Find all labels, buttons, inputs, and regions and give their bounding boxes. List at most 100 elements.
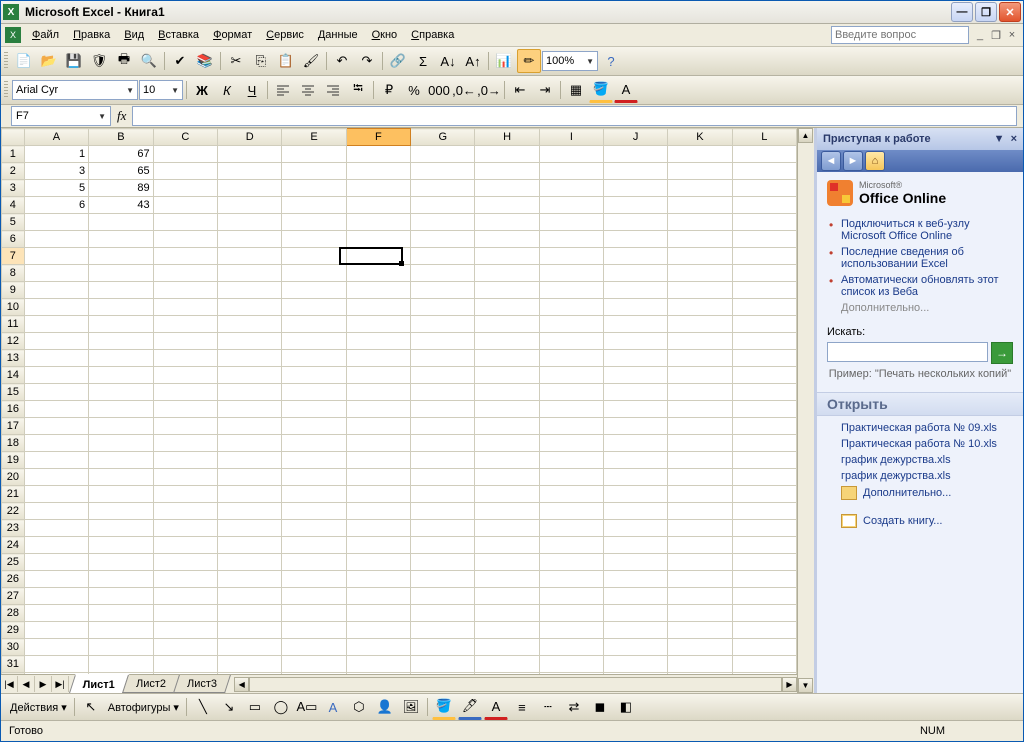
cell-L7[interactable] [732,248,796,265]
cell-L19[interactable] [732,452,796,469]
row-header-15[interactable]: 15 [2,384,25,401]
cell-F10[interactable] [346,299,410,316]
cell-C22[interactable] [153,503,217,520]
cell-C30[interactable] [153,639,217,656]
cell-K22[interactable] [668,503,732,520]
cell-E28[interactable] [282,605,346,622]
actions-menu[interactable]: Действия ▾ [7,701,70,714]
col-header-J[interactable]: J [604,129,668,146]
cell-L18[interactable] [732,435,796,452]
cell-C2[interactable] [153,163,217,180]
cell-I12[interactable] [539,333,603,350]
cell-A24[interactable] [24,537,88,554]
cell-H2[interactable] [475,163,539,180]
cell-D23[interactable] [218,520,282,537]
preview-icon[interactable]: 🔍 [137,49,161,73]
row-header-21[interactable]: 21 [2,486,25,503]
cell-J26[interactable] [604,571,668,588]
cell-H32[interactable] [475,673,539,675]
cell-H7[interactable] [475,248,539,265]
col-header-E[interactable]: E [282,129,346,146]
cell-H4[interactable] [475,197,539,214]
cell-D18[interactable] [218,435,282,452]
cell-A3[interactable]: 5 [24,180,88,197]
cell-E20[interactable] [282,469,346,486]
cell-E3[interactable] [282,180,346,197]
doc-minimize-button[interactable]: _ [973,28,987,42]
cell-B25[interactable] [89,554,154,571]
cell-H19[interactable] [475,452,539,469]
minimize-button[interactable]: — [951,2,973,22]
cell-C20[interactable] [153,469,217,486]
cell-F18[interactable] [346,435,410,452]
cell-K18[interactable] [668,435,732,452]
cell-K13[interactable] [668,350,732,367]
cell-D6[interactable] [218,231,282,248]
cell-J18[interactable] [604,435,668,452]
cell-G19[interactable] [411,452,475,469]
cell-G7[interactable] [411,248,475,265]
cell-C17[interactable] [153,418,217,435]
cell-D21[interactable] [218,486,282,503]
sort-asc-icon[interactable]: A↓ [436,49,460,73]
cell-J8[interactable] [604,265,668,282]
cell-K10[interactable] [668,299,732,316]
cell-D22[interactable] [218,503,282,520]
cell-J14[interactable] [604,367,668,384]
cell-B29[interactable] [89,622,154,639]
row-header-4[interactable]: 4 [2,197,25,214]
cell-A14[interactable] [24,367,88,384]
cell-K28[interactable] [668,605,732,622]
cell-D32[interactable] [218,673,282,675]
cell-E9[interactable] [282,282,346,299]
undo-icon[interactable]: ↶ [330,49,354,73]
cell-F9[interactable] [346,282,410,299]
underline-icon[interactable]: Ч [240,78,264,102]
cell-G1[interactable] [411,146,475,163]
menu-данные[interactable]: Данные [311,26,365,44]
cell-E15[interactable] [282,384,346,401]
col-header-A[interactable]: A [24,129,88,146]
row-header-32[interactable]: 32 [2,673,25,675]
cell-H29[interactable] [475,622,539,639]
cell-K6[interactable] [668,231,732,248]
cell-I20[interactable] [539,469,603,486]
cell-H18[interactable] [475,435,539,452]
row-header-20[interactable]: 20 [2,469,25,486]
italic-icon[interactable]: К [215,78,239,102]
cell-E19[interactable] [282,452,346,469]
cell-K9[interactable] [668,282,732,299]
row-header-12[interactable]: 12 [2,333,25,350]
cell-A15[interactable] [24,384,88,401]
cell-B30[interactable] [89,639,154,656]
cell-H28[interactable] [475,605,539,622]
cell-A4[interactable]: 6 [24,197,88,214]
row-header-25[interactable]: 25 [2,554,25,571]
research-icon[interactable]: 📚 [193,49,217,73]
paste-icon[interactable]: 📋 [274,49,298,73]
cell-K14[interactable] [668,367,732,384]
cell-C10[interactable] [153,299,217,316]
cell-E29[interactable] [282,622,346,639]
format-painter-icon[interactable]: 🖌 [299,49,323,73]
permission-icon[interactable]: 🛡 [87,49,111,73]
cell-C7[interactable] [153,248,217,265]
col-header-G[interactable]: G [411,129,475,146]
cell-J28[interactable] [604,605,668,622]
cell-A10[interactable] [24,299,88,316]
currency-icon[interactable]: ₽ [377,78,401,102]
cell-G9[interactable] [411,282,475,299]
recent-file-link[interactable]: график дежурства.xls [827,468,1013,484]
cell-H16[interactable] [475,401,539,418]
cell-B9[interactable] [89,282,154,299]
cell-B15[interactable] [89,384,154,401]
cell-I3[interactable] [539,180,603,197]
cell-F32[interactable] [346,673,410,675]
row-header-3[interactable]: 3 [2,180,25,197]
cell-E10[interactable] [282,299,346,316]
cell-D15[interactable] [218,384,282,401]
cell-D19[interactable] [218,452,282,469]
cell-B6[interactable] [89,231,154,248]
col-header-B[interactable]: B [89,129,154,146]
row-header-6[interactable]: 6 [2,231,25,248]
